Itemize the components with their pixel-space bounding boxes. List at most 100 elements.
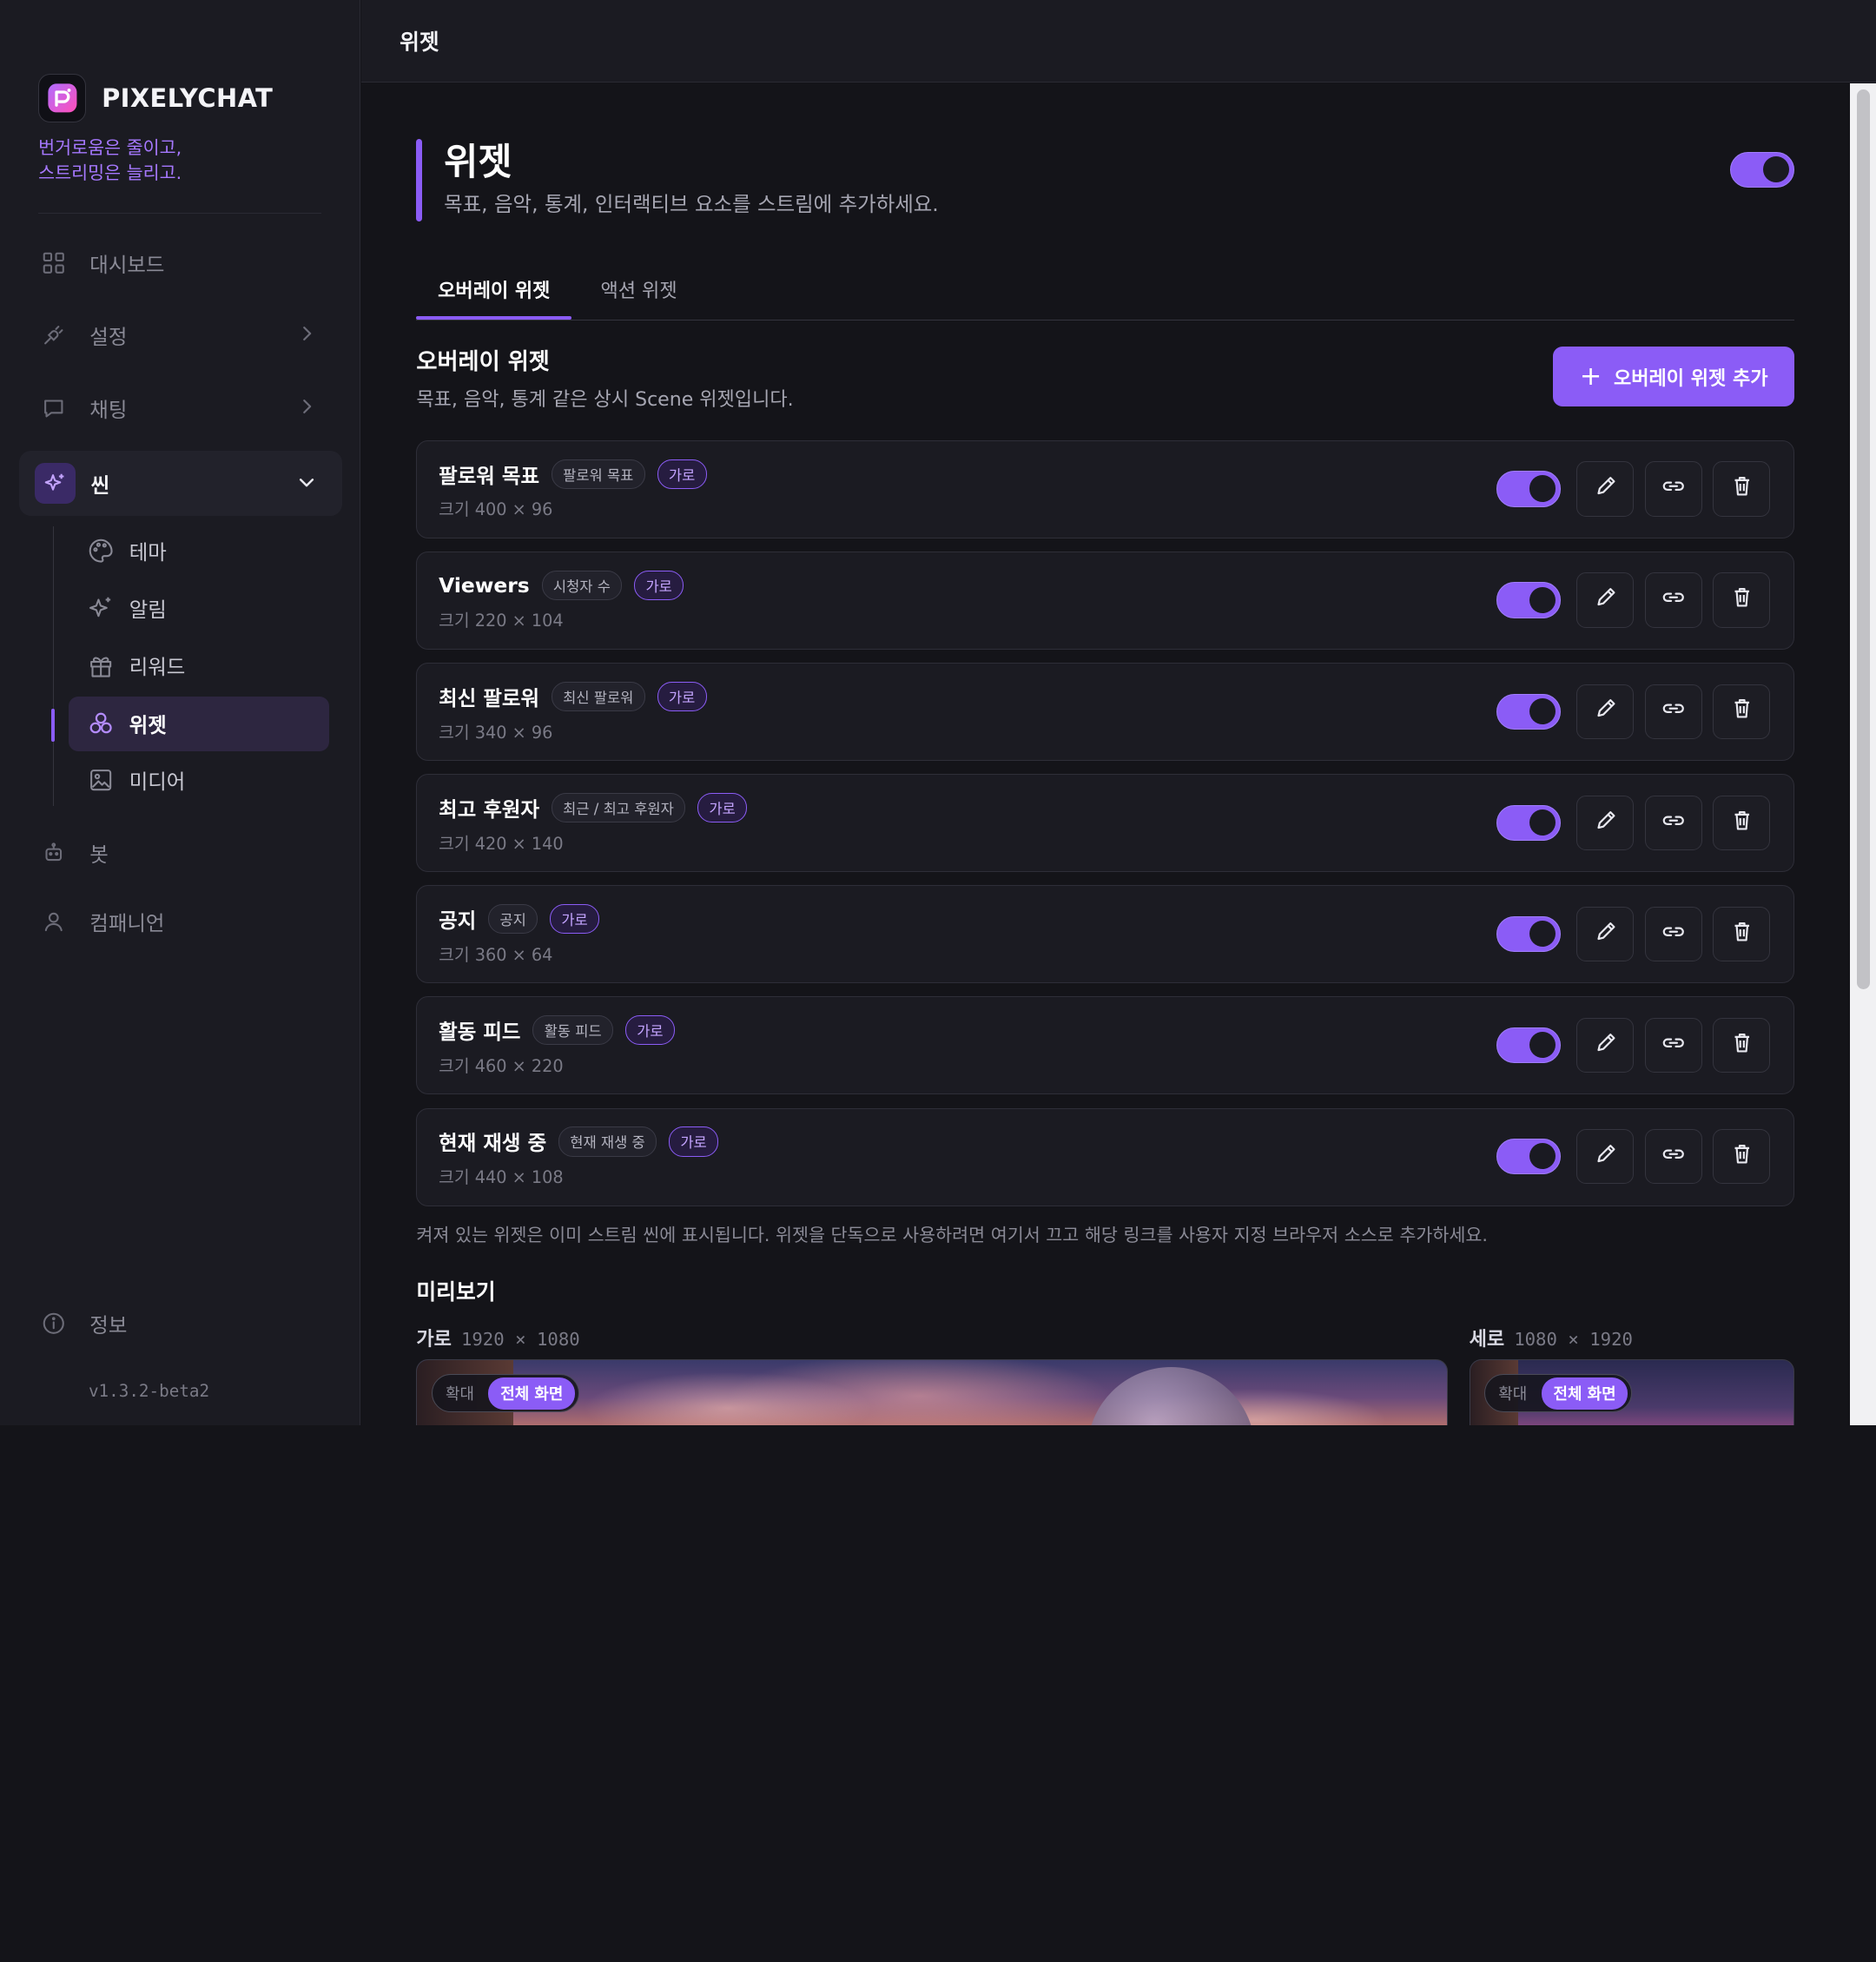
section-subtitle: 목표, 음악, 통계 같은 상시 Scene 위젯입니다. <box>416 389 794 412</box>
zoom-button[interactable]: 확대 <box>436 1382 484 1404</box>
sidebar-item-info[interactable]: 정보 <box>19 1295 342 1352</box>
widget-type-chip: 활동 피드 <box>532 1015 614 1046</box>
add-overlay-widget-button[interactable]: + 오버레이 위젯 추가 <box>1553 347 1795 407</box>
portrait-preview[interactable]: 확대 전체 화면 <box>1469 1358 1795 1425</box>
link-icon <box>1661 920 1686 949</box>
title-accent-bar <box>416 138 423 221</box>
fullscreen-button[interactable]: 전체 화면 <box>488 1377 576 1410</box>
orientation-chip: 가로 <box>657 681 707 712</box>
info-icon <box>36 1305 71 1341</box>
widget-title-row: 활동 피드 활동 피드 가로 <box>439 1015 675 1046</box>
sidebar-subitem-theme[interactable]: 테마 <box>69 523 329 578</box>
widget-card: 현재 재생 중 현재 재생 중 가로 크기 440 × 108 <box>416 1107 1795 1206</box>
trash-icon <box>1730 697 1754 726</box>
sidebar-item-settings[interactable]: 설정 <box>19 307 342 364</box>
landscape-dims: 1920 × 1080 <box>460 1328 580 1350</box>
widget-title-row: Viewers 시청자 수 가로 <box>439 570 684 600</box>
delete-widget-button[interactable] <box>1713 572 1771 628</box>
bot-icon <box>36 836 71 871</box>
landscape-preview[interactable]: 확대 전체 화면 <box>416 1358 1448 1425</box>
copy-link-button[interactable] <box>1644 795 1702 851</box>
widget-tabs: 오버레이 위젯 액션 위젯 <box>416 256 1795 321</box>
widget-name: 공지 <box>439 908 477 934</box>
widget-title-row: 최신 팔로워 최신 팔로워 가로 <box>439 681 707 712</box>
chevron-right-icon <box>297 397 316 421</box>
widget-enable-toggle[interactable] <box>1496 915 1562 953</box>
copy-link-button[interactable] <box>1644 906 1702 962</box>
link-icon <box>1661 474 1686 504</box>
page-title: 위젯 <box>444 140 512 184</box>
sidebar-item-label: 정보 <box>89 1312 128 1338</box>
widget-size: 크기 360 × 64 <box>439 944 553 965</box>
sidebar-item-label: 봇 <box>89 842 109 868</box>
copy-link-button[interactable] <box>1644 1129 1702 1185</box>
widget-enable-toggle[interactable] <box>1496 1027 1562 1064</box>
edit-widget-button[interactable] <box>1576 906 1635 962</box>
pencil-icon <box>1594 1031 1618 1060</box>
delete-widget-button[interactable] <box>1713 1017 1771 1073</box>
link-icon <box>1661 1031 1686 1060</box>
edit-widget-button[interactable] <box>1576 1129 1635 1185</box>
pencil-icon <box>1594 697 1618 726</box>
delete-widget-button[interactable] <box>1713 906 1771 962</box>
edit-widget-button[interactable] <box>1576 684 1635 739</box>
orientation-chip: 가로 <box>697 792 748 823</box>
brand[interactable]: PIXELYCHAT <box>38 74 273 122</box>
delete-widget-button[interactable] <box>1713 461 1771 517</box>
sidebar-item-scene[interactable]: 씬 <box>19 451 342 516</box>
trash-icon <box>1730 1142 1754 1172</box>
sidebar-subitem-rewards[interactable]: 리워드 <box>69 637 329 692</box>
edit-widget-button[interactable] <box>1576 572 1635 628</box>
link-icon <box>1661 697 1686 726</box>
main-content: 위젯 목표, 음악, 통계, 인터랙티브 요소를 스트림에 추가하세요. 오버레… <box>361 83 1850 1425</box>
sidebar-subitem-media[interactable]: 미디어 <box>69 752 329 807</box>
widget-card: Viewers 시청자 수 가로 크기 220 × 104 <box>416 552 1795 650</box>
trash-icon <box>1730 585 1754 615</box>
delete-widget-button[interactable] <box>1713 795 1771 851</box>
widget-name: 현재 재생 중 <box>439 1131 547 1156</box>
sidebar-item-companion[interactable]: 컴패니언 <box>19 893 342 950</box>
tab-action-widgets[interactable]: 액션 위젯 <box>601 275 677 303</box>
widget-title-row: 공지 공지 가로 <box>439 904 600 935</box>
widget-enable-toggle[interactable] <box>1496 804 1562 842</box>
widget-enable-toggle[interactable] <box>1496 1139 1562 1175</box>
widget-card: 팔로워 목표 팔로워 목표 가로 크기 400 × 96 <box>416 439 1795 538</box>
submenu-active-indicator <box>51 708 56 743</box>
widget-size: 크기 440 × 108 <box>439 1166 564 1187</box>
edit-widget-button[interactable] <box>1576 461 1635 517</box>
sidebar-item-chat[interactable]: 채팅 <box>19 380 342 437</box>
scrollbar-thumb[interactable] <box>1856 89 1871 990</box>
sidebar-subitem-label: 테마 <box>129 539 167 565</box>
sidebar-subitem-label: 위젯 <box>129 713 167 738</box>
zoom-button[interactable]: 확대 <box>1489 1382 1536 1404</box>
tab-overlay-widgets[interactable]: 오버레이 위젯 <box>438 275 550 303</box>
portrait-dims: 1080 × 1920 <box>1514 1328 1633 1350</box>
fullscreen-button[interactable]: 전체 화면 <box>1541 1377 1628 1410</box>
copy-link-button[interactable] <box>1644 684 1702 739</box>
widget-enable-toggle[interactable] <box>1496 693 1562 730</box>
sidebar-subitem-widgets[interactable]: 위젯 <box>68 696 329 752</box>
copy-link-button[interactable] <box>1644 1017 1702 1073</box>
sidebar-item-dashboard[interactable]: 대시보드 <box>19 235 342 292</box>
sidebar-item-label: 대시보드 <box>89 253 165 278</box>
copy-link-button[interactable] <box>1644 461 1702 517</box>
delete-widget-button[interactable] <box>1713 684 1771 739</box>
copy-link-button[interactable] <box>1644 572 1702 628</box>
delete-widget-button[interactable] <box>1713 1129 1771 1185</box>
sidebar-item-bot[interactable]: 봇 <box>19 824 342 882</box>
widget-enable-toggle[interactable] <box>1496 471 1562 507</box>
edit-widget-button[interactable] <box>1576 1017 1635 1073</box>
widgets-icon <box>86 710 115 738</box>
orientation-chip: 가로 <box>634 570 684 600</box>
sidebar-subitem-alerts[interactable]: 알림 <box>69 580 329 635</box>
app-version: v1.3.2-beta2 <box>88 1380 210 1401</box>
user-icon <box>36 903 71 939</box>
edit-widget-button[interactable] <box>1576 795 1635 851</box>
pencil-icon <box>1594 920 1618 949</box>
widget-enable-toggle[interactable] <box>1496 582 1562 618</box>
sidebar-divider <box>38 213 321 214</box>
widgets-master-toggle[interactable] <box>1729 151 1795 188</box>
landscape-preview-label: 가로 1920 × 1080 <box>416 1324 579 1351</box>
page-subtitle: 목표, 음악, 통계, 인터랙티브 요소를 스트림에 추가하세요. <box>444 192 939 217</box>
widget-type-chip: 현재 재생 중 <box>558 1126 657 1157</box>
